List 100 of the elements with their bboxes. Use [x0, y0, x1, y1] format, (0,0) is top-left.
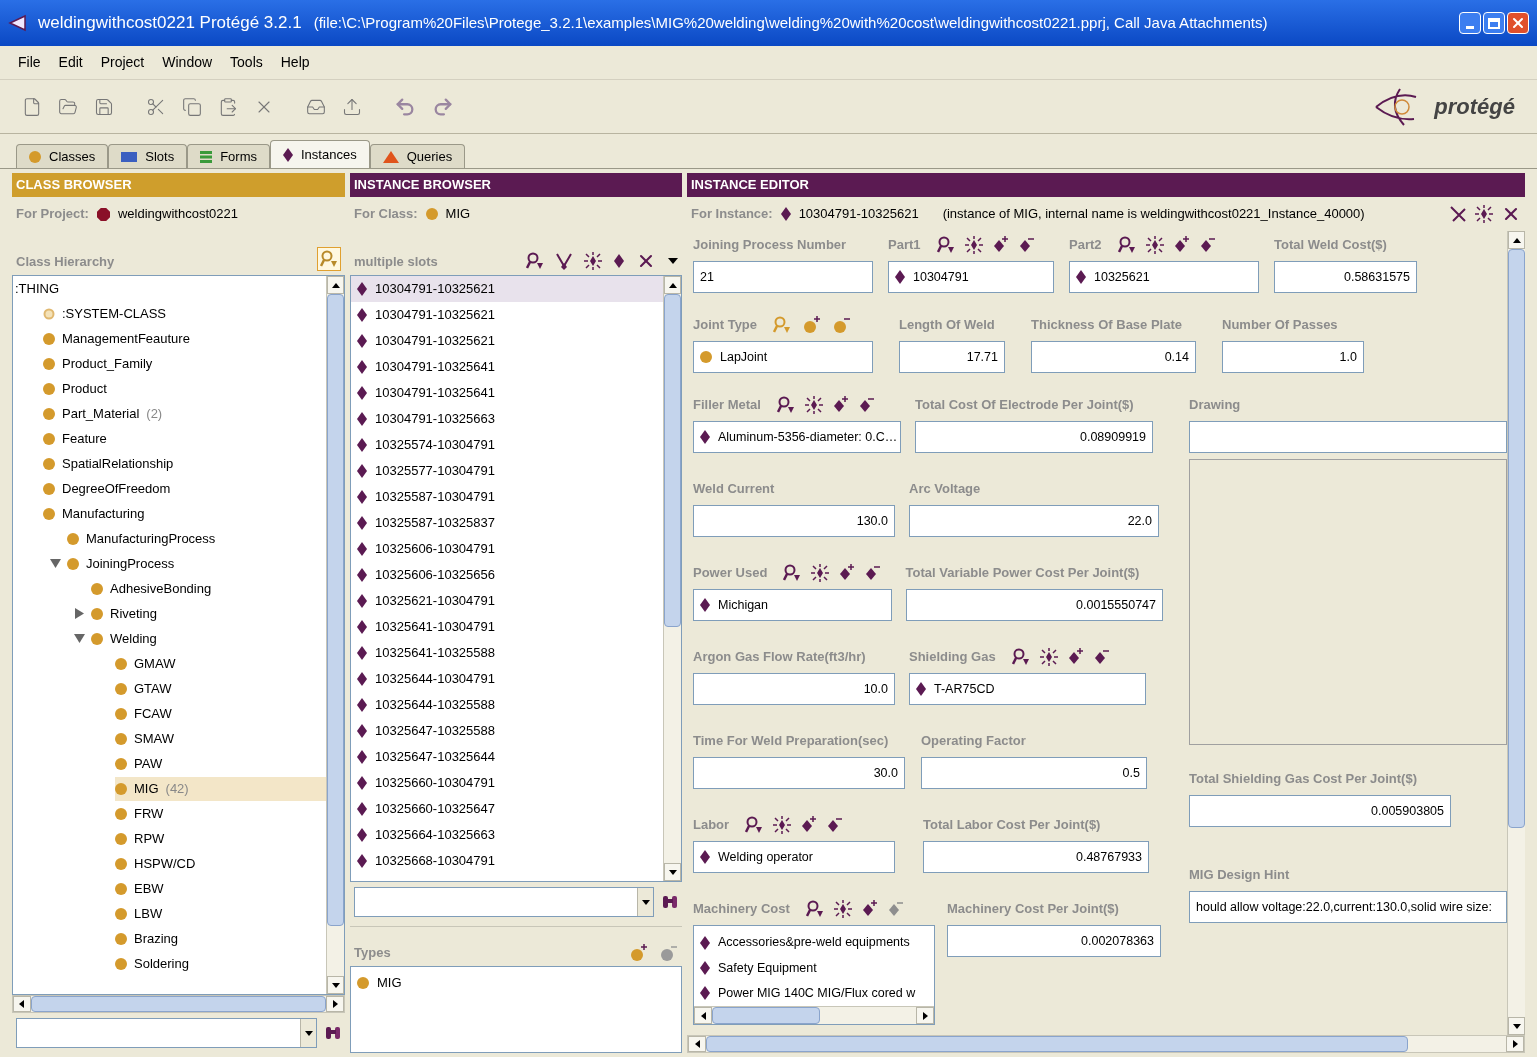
instance-list-item[interactable]: 10325577-10304791	[351, 458, 663, 484]
dropdown-arrow-icon[interactable]	[304, 1030, 313, 1036]
number-field[interactable]: 22.0	[909, 505, 1159, 537]
scroll-down-icon[interactable]	[331, 982, 340, 988]
tree-item[interactable]: Manufacturing	[43, 501, 326, 526]
instance-list-item[interactable]: 10325621-10304791	[351, 588, 663, 614]
tree-item[interactable]: Product_Family	[43, 351, 326, 376]
add-class-icon[interactable]	[630, 944, 648, 962]
class-field[interactable]: LapJoint	[693, 341, 873, 373]
instance-list-item[interactable]: 10304791-10325641	[351, 380, 663, 406]
horizontal-scrollbar[interactable]	[687, 1035, 1525, 1053]
scroll-right-icon[interactable]	[922, 1011, 928, 1020]
instance-list-item[interactable]: 10325641-10304791	[351, 614, 663, 640]
text-field[interactable]: 21	[693, 261, 873, 293]
instance-field[interactable]: T-AR75CD	[909, 673, 1146, 705]
instance-list-item[interactable]: 10325644-10304791	[351, 666, 663, 692]
instance-list-item[interactable]: 10325644-10325588	[351, 692, 663, 718]
tree-item[interactable]: DegreeOfFreedom	[43, 476, 326, 501]
instance-list-item[interactable]: 10325587-10304791	[351, 484, 663, 510]
tree-item[interactable]: ManagementFeauture	[43, 326, 326, 351]
instance-list-item[interactable]: 10304791-10325663	[351, 406, 663, 432]
remove-icon[interactable]	[827, 816, 844, 834]
cut-icon[interactable]	[146, 96, 166, 117]
create-icon[interactable]	[811, 564, 830, 582]
menu-item[interactable]: Tools	[230, 52, 263, 73]
branch-icon[interactable]	[556, 252, 572, 270]
tree-item[interactable]: Welding	[91, 626, 326, 651]
remove-icon[interactable]	[865, 564, 882, 582]
number-field[interactable]: 30.0	[693, 757, 905, 789]
instance-list-item[interactable]: 10325664-10325663	[351, 822, 663, 848]
tree-item[interactable]: Part_Material (2)	[43, 401, 326, 426]
tree-item[interactable]: SMAW	[115, 726, 326, 751]
menu-item[interactable]: Help	[280, 52, 310, 73]
number-field[interactable]: 0.005903805	[1189, 795, 1451, 827]
remove-icon[interactable]	[858, 396, 875, 414]
menu-item[interactable]: File	[18, 52, 41, 73]
find-icon[interactable]	[936, 236, 955, 254]
open-folder-icon[interactable]	[58, 96, 78, 117]
instance-list-item[interactable]: 10325668-10304791	[351, 848, 663, 874]
vertical-scrollbar[interactable]	[663, 276, 681, 881]
tab[interactable]: Queries	[369, 144, 466, 168]
instance-list-item[interactable]: 10325587-10325837	[351, 510, 663, 536]
new-file-icon[interactable]	[22, 96, 42, 117]
find-icon[interactable]	[745, 816, 764, 834]
add-icon[interactable]	[1173, 236, 1190, 254]
find-icon[interactable]	[1011, 648, 1030, 666]
expanded-arrow-icon[interactable]	[49, 558, 61, 569]
add-class-icon[interactable]	[803, 316, 822, 334]
add-icon[interactable]	[992, 236, 1009, 254]
remove-icon[interactable]	[1093, 648, 1110, 666]
list-item[interactable]: Accessories&pre-weld equipments	[694, 930, 934, 956]
tab[interactable]: Classes	[16, 144, 109, 168]
tree-item[interactable]: AdhesiveBonding	[91, 576, 326, 601]
tree-item[interactable]: HSPW/CD	[115, 851, 326, 876]
redo-icon[interactable]	[432, 95, 454, 118]
scroll-up-icon[interactable]	[668, 282, 677, 288]
menu-item[interactable]: Project	[100, 52, 145, 73]
minimize-button[interactable]	[1459, 12, 1481, 34]
add-icon[interactable]	[1067, 648, 1084, 666]
paste-icon[interactable]	[218, 96, 238, 117]
export-icon[interactable]	[342, 96, 362, 117]
instance-list-item[interactable]: 10325574-10304791	[351, 432, 663, 458]
tree-item[interactable]: LBW	[115, 901, 326, 926]
tree-item[interactable]: :THING	[13, 276, 326, 301]
tree-item[interactable]: Riveting	[91, 601, 326, 626]
binoculars-icon[interactable]	[662, 894, 678, 910]
find-icon[interactable]	[526, 252, 544, 270]
scroll-down-icon[interactable]	[1512, 1023, 1521, 1029]
save-icon[interactable]	[94, 96, 114, 117]
find-icon[interactable]	[776, 396, 795, 414]
tree-item[interactable]: :SYSTEM-CLASS	[43, 301, 326, 326]
tree-item[interactable]: FCAW	[115, 701, 326, 726]
scroll-up-icon[interactable]	[1512, 237, 1521, 243]
text-field[interactable]: hould allow voltage:22.0,current:130.0,solid wire size:	[1189, 891, 1507, 923]
undo-icon[interactable]	[394, 95, 416, 118]
menu-item[interactable]: Window	[162, 52, 213, 73]
find-icon[interactable]	[1117, 236, 1136, 254]
tree-item[interactable]: GTAW	[115, 676, 326, 701]
instance-list-item[interactable]: 10325660-10325647	[351, 796, 663, 822]
tree-item[interactable]: GMAW	[115, 651, 326, 676]
tree-item[interactable]: SpatialRelationship	[43, 451, 326, 476]
maximize-button[interactable]	[1483, 12, 1505, 34]
instance-field[interactable]: Michigan	[693, 589, 892, 621]
number-field[interactable]: 17.71	[899, 341, 1005, 373]
instance-field[interactable]: Welding operator	[693, 841, 895, 873]
binoculars-icon[interactable]	[325, 1025, 341, 1041]
number-field[interactable]: 0.14	[1031, 341, 1196, 373]
caret-icon[interactable]	[668, 258, 678, 264]
instance-list-item[interactable]: 10325647-10325644	[351, 744, 663, 770]
tree-item[interactable]: Brazing	[115, 926, 326, 951]
add-icon[interactable]	[839, 564, 856, 582]
menu-item[interactable]: Edit	[58, 52, 83, 73]
add-icon[interactable]	[832, 396, 849, 414]
create-icon[interactable]	[1475, 205, 1493, 223]
instance-list-item[interactable]: 10325606-10325656	[351, 562, 663, 588]
tab[interactable]: Forms	[187, 144, 270, 168]
scroll-right-icon[interactable]	[1512, 1040, 1518, 1048]
collapsed-arrow-icon[interactable]	[73, 608, 85, 619]
create-icon[interactable]	[964, 236, 983, 254]
tree-item[interactable]: RPW	[115, 826, 326, 851]
